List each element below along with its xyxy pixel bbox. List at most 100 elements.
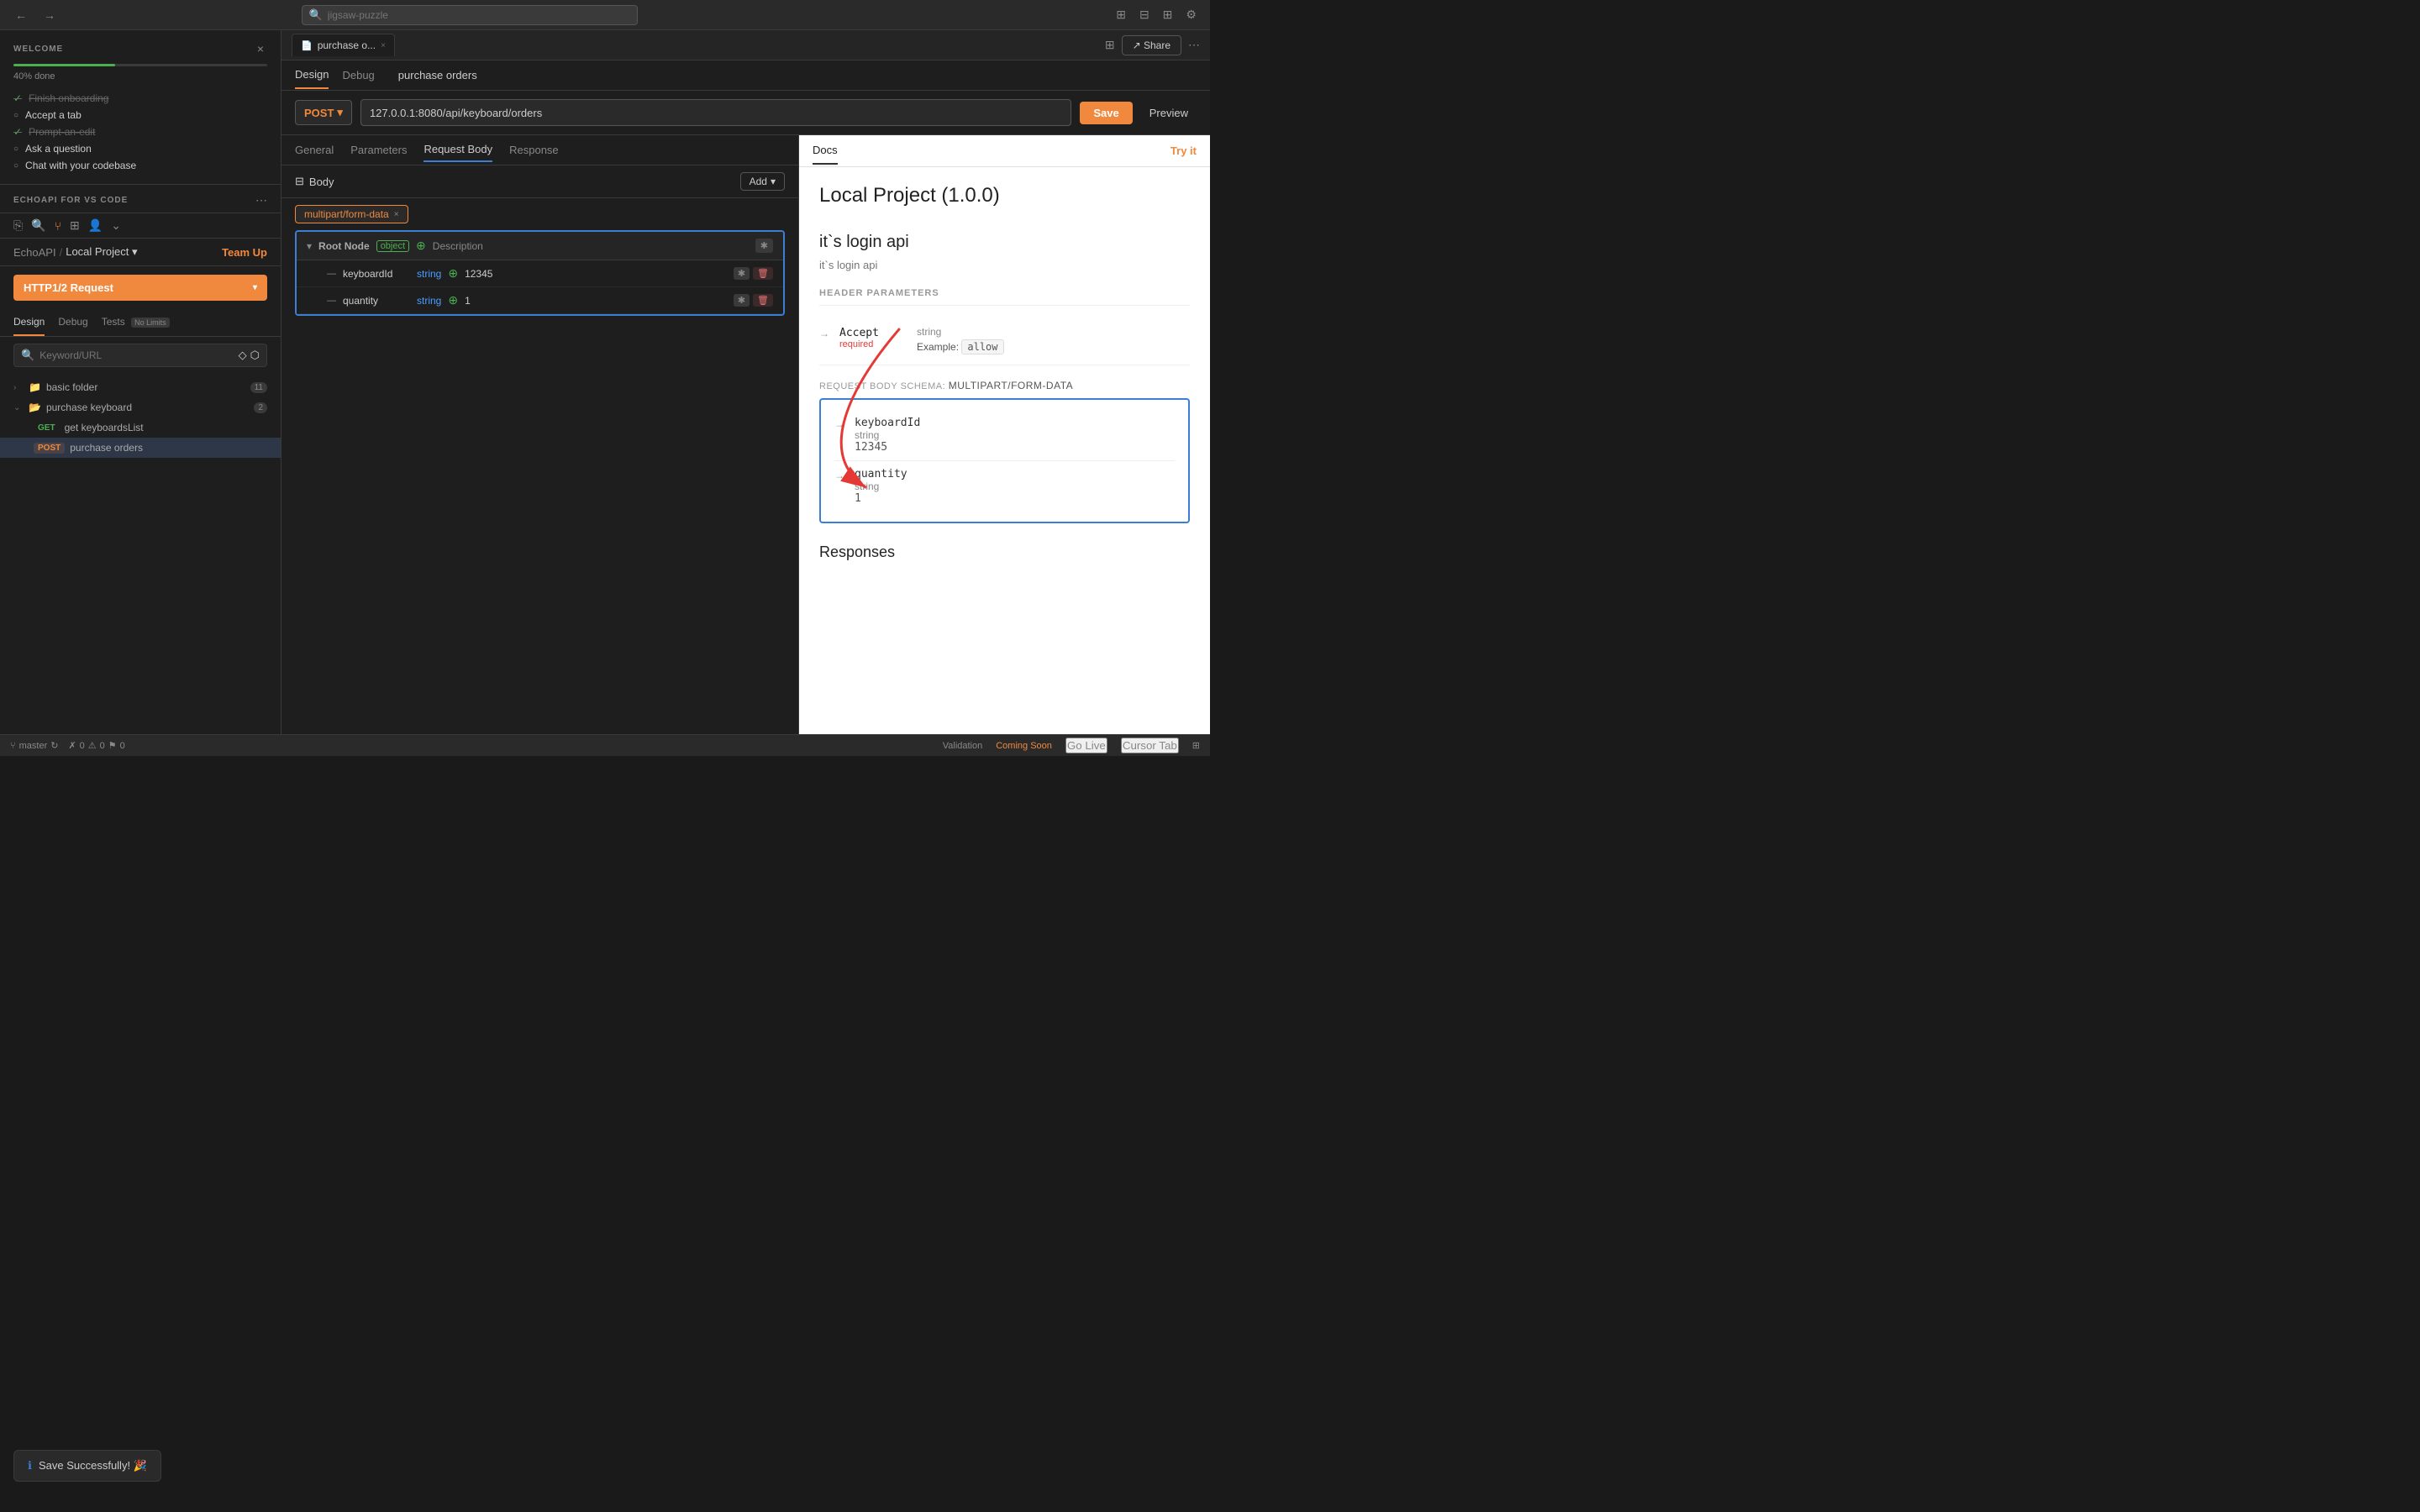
tab-bar: 📄 purchase o... × ⊞ ↗ Share ⋯: [281, 30, 1210, 60]
grid-sidebar-icon[interactable]: ⊞: [70, 218, 80, 233]
param-required-badge: required: [839, 339, 907, 349]
method-get-badge: GET: [34, 423, 60, 433]
folder-open-icon: 📂: [29, 402, 41, 413]
body-schema-label: REQUEST BODY SCHEMA: multipart/form-data: [819, 381, 1073, 391]
responses-title: Responses: [819, 543, 1190, 561]
team-up-button[interactable]: Team Up: [222, 246, 267, 259]
grid-icon[interactable]: ⊞: [1160, 6, 1176, 24]
pentagon-icon[interactable]: ⬡: [250, 349, 260, 362]
add-button[interactable]: Add ▾: [740, 172, 785, 191]
tab-parameters[interactable]: Parameters: [350, 139, 407, 161]
body-toolbar: ⊟ Body Add ▾: [281, 165, 798, 198]
tab-debug-main[interactable]: Debug: [342, 62, 374, 88]
form-data-close-icon[interactable]: ×: [394, 210, 399, 219]
method-chevron-icon: ▾: [337, 106, 343, 119]
checklist-item-accept-tab[interactable]: ○ Accept a tab: [13, 107, 267, 123]
welcome-close-button[interactable]: ×: [254, 40, 267, 57]
no-limits-badge: No Limits: [131, 318, 170, 328]
tree-item-get-keyboards[interactable]: GET get keyboardsList: [0, 417, 281, 438]
tab-response[interactable]: Response: [509, 139, 559, 161]
url-input[interactable]: [370, 107, 1062, 119]
checklist-item-ask-question[interactable]: ○ Ask a question: [13, 140, 267, 157]
circle-icon: ○: [13, 111, 18, 120]
delete-keyboard-id-button[interactable]: 🗑: [753, 267, 773, 280]
layout-icon[interactable]: ⊞: [1105, 38, 1115, 52]
field-key-keyboard-id: keyboardId: [343, 268, 410, 280]
folder-icon: 📁: [29, 381, 41, 393]
expand-icon[interactable]: ⌄: [111, 218, 121, 233]
echoapi-more-button[interactable]: ⋯: [255, 193, 267, 207]
sidebar-toggle-icon[interactable]: ⊞: [1113, 6, 1129, 24]
settings-icon[interactable]: ⚙: [1182, 6, 1200, 24]
try-it-button[interactable]: Try it: [1171, 144, 1197, 157]
search-input[interactable]: [328, 9, 630, 21]
tab-design[interactable]: Design: [13, 309, 45, 336]
progress-fill: [13, 64, 115, 66]
go-live-button[interactable]: Go Live: [1065, 738, 1107, 753]
copy-icon[interactable]: ⎘: [13, 218, 23, 233]
right-content: 📄 purchase o... × ⊞ ↗ Share ⋯ Design Deb…: [281, 30, 1210, 734]
branch-icon[interactable]: ⑂: [55, 219, 61, 233]
star-quantity-button[interactable]: ✱: [734, 294, 750, 307]
coming-soon-label: Coming Soon: [996, 741, 1052, 751]
more-options-icon[interactable]: ⋯: [1188, 38, 1200, 52]
validation-label: Validation: [943, 741, 983, 751]
tab-docs[interactable]: Docs: [813, 137, 838, 165]
preview-button[interactable]: Preview: [1141, 102, 1197, 124]
cursor-tab-button[interactable]: Cursor Tab: [1121, 738, 1179, 753]
field-value-quantity: 1: [465, 295, 727, 307]
tree-item-purchase-orders[interactable]: POST purchase orders: [0, 438, 281, 458]
method-post-badge: POST: [34, 443, 65, 454]
param-type-block: string Example: allow: [917, 326, 1190, 354]
save-button[interactable]: Save: [1080, 102, 1132, 124]
body-schema-section: REQUEST BODY SCHEMA: multipart/form-data…: [819, 379, 1190, 523]
breadcrumb: EchoAPI / Local Project ▾ Team Up: [0, 239, 281, 266]
field-type-keyboard-id: string: [417, 268, 441, 280]
person-icon[interactable]: 👤: [88, 218, 103, 233]
search-sidebar-icon[interactable]: 🔍: [31, 218, 45, 233]
tree-folder-purchase[interactable]: ⌄ 📂 purchase keyboard 2: [0, 397, 281, 417]
back-button[interactable]: ←: [10, 5, 32, 25]
method-select[interactable]: POST ▾: [295, 100, 352, 125]
tree-folder-basic[interactable]: › 📁 basic folder 11: [0, 377, 281, 397]
schema-field-keyboard-id: → keyboardId string 12345: [834, 410, 1175, 461]
star-keyboard-id-button[interactable]: ✱: [734, 267, 750, 280]
top-bar-right: ⊞ ⊟ ⊞ ⚙: [1113, 6, 1200, 24]
schema-value-quantity: 1: [855, 492, 1175, 505]
forward-button[interactable]: →: [39, 5, 60, 25]
row-actions-quantity: ✱ 🗑: [734, 294, 773, 307]
tab-general[interactable]: General: [295, 139, 334, 161]
docs-title: Local Project (1.0.0): [819, 184, 1190, 207]
tab-close-button[interactable]: ×: [381, 41, 386, 50]
add-icon-quantity[interactable]: ⊕: [448, 293, 458, 307]
param-name-block: Accept required: [839, 326, 907, 349]
tab-debug[interactable]: Debug: [58, 309, 87, 336]
sidebar-search-input[interactable]: [39, 349, 233, 361]
schema-type-keyboard-id: string: [855, 429, 1175, 441]
delete-quantity-button[interactable]: 🗑: [753, 294, 773, 307]
global-search: 🔍: [302, 5, 638, 25]
tree-toggle-icon[interactable]: ▾: [307, 240, 312, 252]
sidebar-toolbar: ⎘ 🔍 ⑂ ⊞ 👤 ⌄: [0, 213, 281, 239]
url-bar: POST ▾ Save Preview: [281, 91, 1210, 135]
tab-request-body[interactable]: Request Body: [424, 138, 492, 162]
active-tab[interactable]: 📄 purchase o... ×: [292, 34, 395, 56]
diamond-icon[interactable]: ◇: [239, 349, 247, 362]
schema-value-keyboard-id: 12345: [855, 441, 1175, 454]
tab-design-main[interactable]: Design: [295, 61, 329, 89]
share-button[interactable]: ↗ Share: [1122, 35, 1181, 55]
breadcrumb-root[interactable]: EchoAPI: [13, 246, 56, 259]
status-right: Validation Coming Soon Go Live Cursor Ta…: [943, 738, 1200, 753]
checklist-item-chat-codebase[interactable]: ○ Chat with your codebase: [13, 157, 267, 174]
sidebar-search: 🔍 ◇ ⬡: [13, 344, 267, 367]
star-root-button[interactable]: ✱: [755, 239, 773, 253]
docs-content: Local Project (1.0.0) it`s login api it`…: [799, 167, 1210, 734]
split-view-icon[interactable]: ⊟: [1136, 6, 1153, 24]
tab-tests[interactable]: Tests No Limits: [102, 309, 170, 336]
object-badge: object: [376, 240, 409, 252]
add-field-icon[interactable]: ⊕: [416, 239, 426, 253]
http-request-button[interactable]: HTTP1/2 Request ▾: [13, 275, 267, 301]
add-icon-keyboard-id[interactable]: ⊕: [448, 266, 458, 281]
layout-status-icon[interactable]: ⊞: [1192, 740, 1200, 751]
git-branch[interactable]: ⑂ master ↻: [10, 740, 58, 751]
